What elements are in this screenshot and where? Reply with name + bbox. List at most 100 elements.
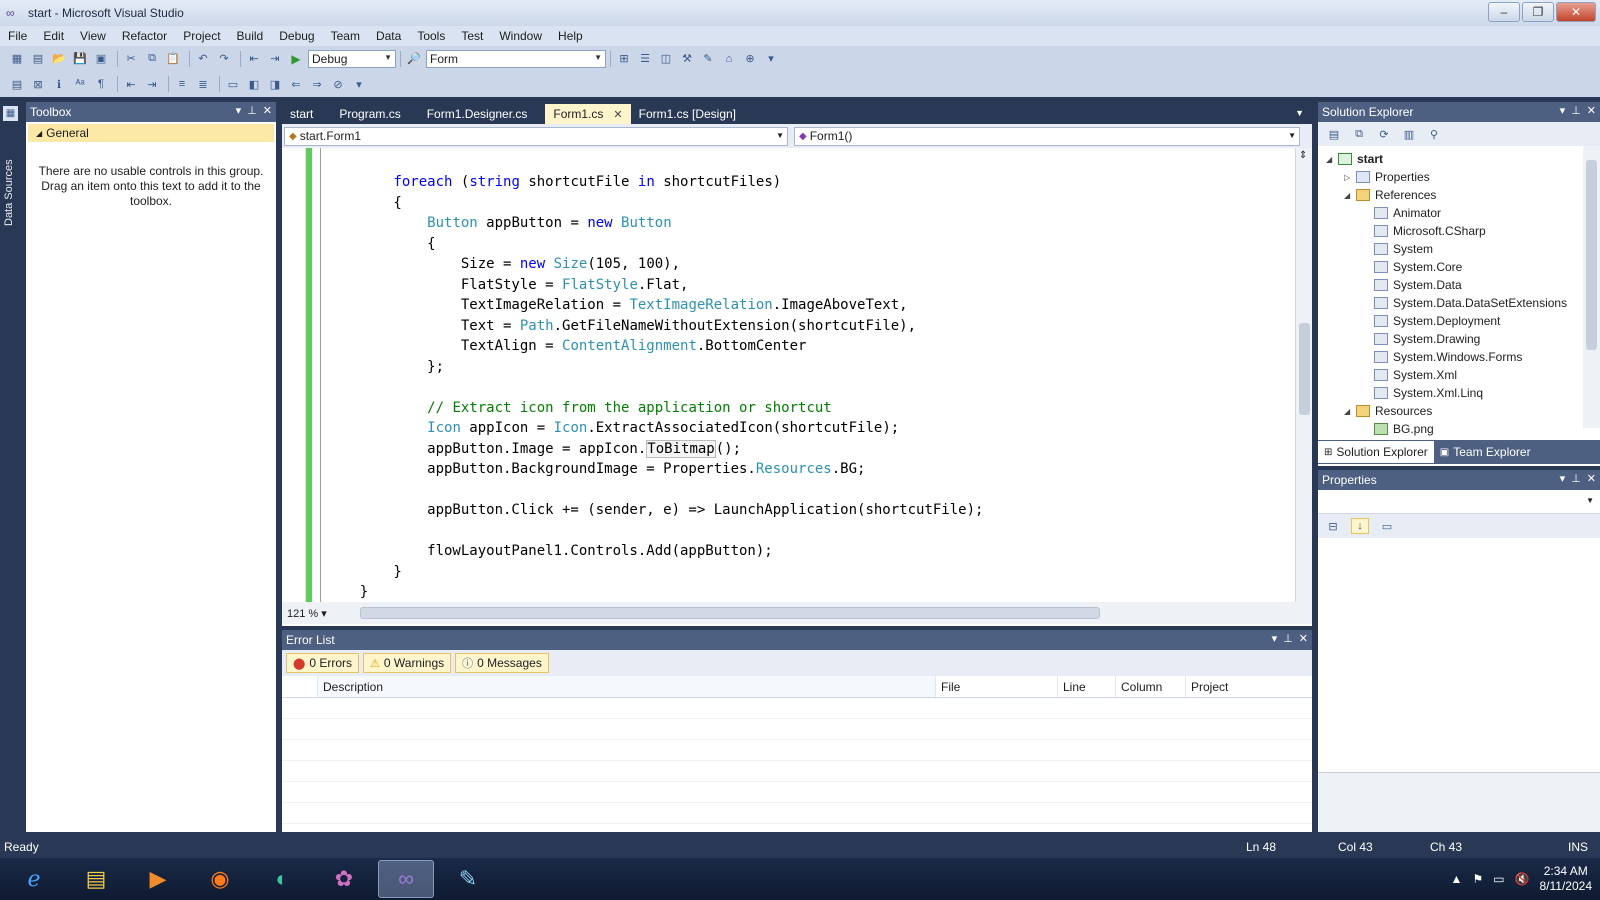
tree-item-reference[interactable]: System bbox=[1318, 240, 1600, 258]
decrease-indent-icon[interactable]: ⇤ bbox=[122, 76, 140, 92]
find-combo[interactable]: Form ▼ bbox=[426, 49, 606, 68]
visual-studio-taskbar-icon[interactable]: ∞ bbox=[378, 860, 434, 898]
menu-view[interactable]: View bbox=[72, 29, 114, 43]
tree-item-reference[interactable]: System.Xml.Linq bbox=[1318, 384, 1600, 402]
scroll-thumb[interactable] bbox=[1586, 160, 1597, 350]
menu-team[interactable]: Team bbox=[323, 29, 368, 43]
column-header-line[interactable]: Line bbox=[1058, 676, 1116, 697]
warnings-filter-button[interactable]: ⚠ 0 Warnings bbox=[363, 653, 452, 673]
copy-icon[interactable]: ⧉ bbox=[143, 51, 161, 67]
expanded-icon[interactable]: ◢ bbox=[1326, 155, 1338, 164]
menu-build[interactable]: Build bbox=[229, 29, 272, 43]
add-item-icon[interactable]: ▤ bbox=[29, 51, 47, 67]
pin-icon[interactable]: ⊥ bbox=[1283, 632, 1293, 645]
minimize-button[interactable]: – bbox=[1488, 2, 1520, 22]
tree-item-reference[interactable]: System.Xml bbox=[1318, 366, 1600, 384]
window-position-icon[interactable]: ▾ bbox=[1272, 632, 1278, 645]
view-code-icon[interactable]: ▥ bbox=[1401, 126, 1417, 142]
next-bookmark-icon[interactable]: ◨ bbox=[266, 76, 284, 92]
navigate-backward-icon[interactable]: ⇤ bbox=[245, 51, 263, 67]
paint-icon[interactable]: ✿ bbox=[316, 860, 372, 898]
paste-icon[interactable]: 📋 bbox=[164, 51, 182, 67]
comment-lines-icon[interactable]: ≡ bbox=[173, 76, 191, 92]
find-in-files-icon[interactable]: 🔎 bbox=[405, 51, 423, 67]
tree-item-reference[interactable]: System.Drawing bbox=[1318, 330, 1600, 348]
clock[interactable]: 2:34 AM 8/11/2024 bbox=[1540, 864, 1593, 894]
tree-item-resources[interactable]: ◢ Resources bbox=[1318, 402, 1600, 420]
menu-help[interactable]: Help bbox=[550, 29, 591, 43]
refresh-icon[interactable]: ⟳ bbox=[1376, 126, 1392, 142]
tools-icon[interactable]: ✎ bbox=[699, 51, 717, 67]
indicator-margin[interactable] bbox=[282, 148, 306, 602]
show-hidden-icons-icon[interactable]: ▲ bbox=[1451, 872, 1463, 886]
close-icon[interactable]: ✕ bbox=[1587, 104, 1596, 117]
new-project-icon[interactable]: ▦ bbox=[8, 51, 26, 67]
pin-icon[interactable]: ⊥ bbox=[1571, 104, 1581, 117]
column-header-index[interactable] bbox=[282, 676, 318, 697]
data-sources-tab[interactable]: Data Sources bbox=[3, 159, 15, 226]
save-all-icon[interactable]: ▣ bbox=[92, 51, 110, 67]
vertical-scrollbar[interactable] bbox=[1583, 146, 1600, 428]
uncomment-lines-icon[interactable]: ≣ bbox=[194, 76, 212, 92]
messages-filter-button[interactable]: ⓘ 0 Messages bbox=[455, 653, 549, 673]
navigate-forward-icon[interactable]: ⇥ bbox=[266, 51, 284, 67]
tab-form1-designer-cs[interactable]: Form1.Designer.cs bbox=[419, 104, 536, 124]
cut-icon[interactable]: ✂ bbox=[122, 51, 140, 67]
window-position-icon[interactable]: ▾ bbox=[1560, 472, 1566, 485]
internet-explorer-icon[interactable]: ℯ bbox=[6, 860, 62, 898]
tree-item-reference[interactable]: System.Windows.Forms bbox=[1318, 348, 1600, 366]
scroll-thumb[interactable] bbox=[360, 607, 1100, 619]
menu-test[interactable]: Test bbox=[453, 29, 491, 43]
data-sources-icon[interactable]: ▦ bbox=[3, 106, 18, 121]
start-debugging-icon[interactable]: ▶ bbox=[287, 51, 305, 67]
zoom-level[interactable]: 121 % ▾ bbox=[282, 607, 352, 620]
code-area[interactable]: foreach (string shortcutFile in shortcut… bbox=[282, 148, 1312, 602]
toggle-bookmark-icon[interactable]: ▭ bbox=[224, 76, 242, 92]
action-center-flag-icon[interactable]: ⚑ bbox=[1472, 872, 1483, 886]
class-combo[interactable]: ◆ start.Form1 ▼ bbox=[284, 126, 788, 146]
property-pages-icon[interactable]: ▭ bbox=[1378, 518, 1396, 534]
tab-start[interactable]: start bbox=[282, 104, 321, 124]
volume-muted-icon[interactable]: 🔇 bbox=[1515, 872, 1530, 886]
errors-filter-button[interactable]: ⬤ 0 Errors bbox=[286, 653, 359, 673]
tree-item-reference[interactable]: System.Core bbox=[1318, 258, 1600, 276]
media-player-icon[interactable]: ▶ bbox=[130, 860, 186, 898]
tree-item-resource[interactable]: BG.png bbox=[1318, 420, 1600, 438]
column-header-file[interactable]: File bbox=[936, 676, 1058, 697]
close-button[interactable]: ✕ bbox=[1556, 2, 1596, 22]
view-class-diagram-icon[interactable]: ⚲ bbox=[1426, 126, 1442, 142]
column-header-description[interactable]: Description bbox=[318, 676, 936, 697]
close-icon[interactable]: ✕ bbox=[1299, 632, 1308, 645]
firefox-icon[interactable]: ◉ bbox=[192, 860, 248, 898]
open-file-icon[interactable]: 📂 bbox=[50, 51, 68, 67]
tree-item-reference[interactable]: Animator bbox=[1318, 204, 1600, 222]
window-position-icon[interactable]: ▾ bbox=[1560, 104, 1566, 117]
horizontal-scrollbar[interactable] bbox=[360, 607, 1282, 619]
menu-window[interactable]: Window bbox=[491, 29, 550, 43]
menu-refactor[interactable]: Refactor bbox=[114, 29, 175, 43]
expanded-icon[interactable]: ◢ bbox=[1344, 191, 1356, 200]
more-options-icon[interactable]: ▾ bbox=[350, 76, 368, 92]
properties-window-icon[interactable]: ☰ bbox=[636, 51, 654, 67]
next-bookmark-folder-icon[interactable]: ⇒ bbox=[308, 76, 326, 92]
solution-configuration-combo[interactable]: Debug ▼ bbox=[308, 49, 396, 68]
solution-explorer-icon[interactable]: ⊞ bbox=[615, 51, 633, 67]
menu-tools[interactable]: Tools bbox=[409, 29, 453, 43]
file-explorer-icon[interactable]: ▤ bbox=[68, 860, 124, 898]
previous-bookmark-folder-icon[interactable]: ⇐ bbox=[287, 76, 305, 92]
tab-program-cs[interactable]: Program.cs bbox=[331, 104, 408, 124]
list-members-icon[interactable]: ▤ bbox=[8, 76, 26, 92]
tab-form1-cs-design[interactable]: Form1.cs [Design] bbox=[631, 104, 744, 124]
more-options-icon[interactable]: ▾ bbox=[762, 51, 780, 67]
tab-form1-cs[interactable]: Form1.cs ✕ bbox=[545, 104, 631, 124]
tab-team-explorer[interactable]: ▣ Team Explorer bbox=[1434, 441, 1537, 463]
collapsed-icon[interactable]: ▷ bbox=[1344, 173, 1356, 182]
tree-item-reference[interactable]: System.Deployment bbox=[1318, 312, 1600, 330]
member-combo[interactable]: ◆ Form1() ▼ bbox=[794, 126, 1300, 146]
alphabetical-icon[interactable]: ↓ bbox=[1351, 518, 1369, 534]
close-tab-icon[interactable]: ✕ bbox=[613, 108, 622, 121]
menu-data[interactable]: Data bbox=[368, 29, 409, 43]
increase-indent-icon[interactable]: ⇥ bbox=[143, 76, 161, 92]
categorized-icon[interactable]: ⊟ bbox=[1324, 518, 1342, 534]
expanded-icon[interactable]: ◢ bbox=[1344, 407, 1356, 416]
